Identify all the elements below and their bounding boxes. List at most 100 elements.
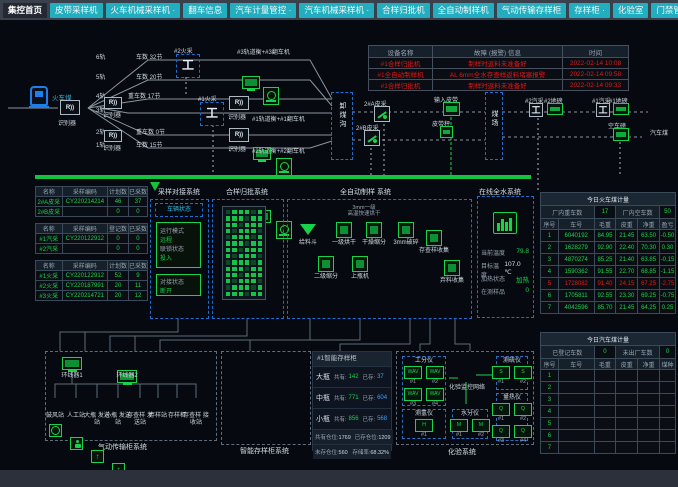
led-cell	[258, 235, 262, 239]
led-cell	[245, 260, 249, 264]
led-cell	[245, 210, 249, 214]
rfid-reader-label: 识别器	[103, 143, 121, 152]
belt-scale-icon[interactable]	[440, 126, 453, 138]
monitor-icon[interactable]	[242, 76, 260, 89]
rfid-reader-icon[interactable]: R))	[229, 96, 249, 110]
led-cell	[226, 260, 230, 264]
feeder-funnel-icon[interactable]	[300, 224, 316, 235]
weighbridge-icon[interactable]	[547, 103, 563, 115]
footer-label: 共有仓位:	[315, 435, 339, 441]
led-cell	[232, 235, 236, 239]
led-cell	[251, 260, 255, 264]
led-cell	[251, 254, 255, 258]
belt-sampler-icon[interactable]	[364, 130, 380, 146]
moisture-oven-icon[interactable]	[493, 212, 517, 234]
led-cell	[226, 285, 230, 289]
oven-bar	[505, 222, 508, 231]
prep-machine-icon[interactable]	[352, 256, 368, 272]
led-cell	[226, 216, 230, 220]
lab-instrument[interactable]: S#1	[492, 366, 510, 386]
sampler-tower-icon[interactable]: 工	[200, 102, 224, 126]
footer-label: 未存仓位:	[315, 450, 339, 456]
prep-unit-label: 干燥缩分	[356, 240, 392, 247]
instrument-tag: #1	[492, 416, 510, 423]
sampling-table-grid: 名称采样编码计划数已采数#1火采CY220122912529#2火采CY2201…	[35, 260, 148, 301]
prep-machine-icon[interactable]	[366, 222, 382, 238]
station-fan-icon[interactable]	[49, 424, 62, 437]
truck-sampler-icon[interactable]: 工	[529, 103, 543, 117]
lab-instrument[interactable]: M#1	[450, 419, 468, 439]
lab-instrument[interactable]: Q#4	[514, 425, 532, 445]
lab-instrument[interactable]: Q#2	[514, 403, 532, 423]
table-row: 4159036291.5522.7068.85-1.15	[541, 266, 676, 278]
prep-machine-icon[interactable]	[426, 230, 442, 246]
oven-bar	[509, 218, 512, 231]
lab-instrument[interactable]: WAV#2	[426, 366, 444, 386]
lab-group-name: 水分仪	[453, 410, 487, 419]
lab-instrument[interactable]: WAV#3	[404, 388, 422, 408]
led-cell	[251, 223, 255, 227]
loop-controller-label: 环线器1	[58, 373, 86, 380]
lab-group-name: 量热仪	[497, 394, 527, 403]
led-cell	[232, 267, 236, 271]
section-title-batch: 合样归批系统	[226, 187, 268, 197]
table-row: 序号车号毛重皮重净重盈亏	[541, 219, 676, 230]
led-cell	[226, 273, 230, 277]
led-cell	[226, 223, 230, 227]
led-cell	[258, 229, 262, 233]
rfid-reader-icon[interactable]: R))	[229, 128, 249, 142]
lab-instrument[interactable]: Q#1	[492, 403, 510, 423]
led-cell	[258, 210, 262, 214]
car-dumper-icon[interactable]	[263, 87, 279, 105]
weighbridge-icon[interactable]	[613, 103, 629, 115]
led-cell	[239, 292, 243, 296]
footer-value: 1209	[378, 435, 390, 441]
loop-controller-icon[interactable]	[62, 357, 82, 370]
reject-bin-icon[interactable]	[444, 260, 460, 276]
station-person-icon[interactable]	[70, 437, 83, 450]
rail-diagram: 火车煤R))识别器6轨车数 32节5轨车数 20节4轨重车数 17节3轨2轨重车…	[0, 0, 678, 180]
lab-instrument[interactable]: WAV#1	[404, 366, 422, 386]
empty-weighbridge-icon[interactable]	[613, 128, 629, 141]
instrument-tag: #1	[450, 432, 468, 439]
total-value: 856	[349, 416, 359, 422]
monitor-screen	[245, 79, 257, 86]
lab-instrument[interactable]: Q#3	[492, 425, 510, 445]
led-cell	[226, 279, 230, 283]
rfid-reader-icon[interactable]: R))	[104, 130, 122, 142]
belt-sampler-icon[interactable]	[374, 106, 390, 122]
moisture-value: 79.8	[516, 248, 529, 259]
led-cell	[245, 285, 249, 289]
moisture-label: 加热状态	[481, 274, 505, 285]
stored-value: 37	[377, 374, 384, 380]
prep-annotation: 高温快速烘干	[336, 209, 392, 217]
dumper-group-label: #1轨道衡+#1翻车机	[252, 114, 305, 123]
instrument-icon: S	[492, 366, 510, 379]
prep-machine-icon[interactable]	[398, 222, 414, 238]
lab-group-5: 量热仪Q#1Q#2Q#3Q#4	[496, 393, 528, 441]
led-cell	[245, 216, 249, 220]
track-info: 车数 32节	[136, 52, 162, 61]
led-cell	[258, 279, 262, 283]
table-row: 6170581192.5523.3069.25-0.75	[541, 290, 676, 302]
dock-status-box: 运行模式远程联锁状态投入	[156, 222, 201, 268]
moisture-value: 107.0 ℃	[504, 261, 529, 272]
led-cell	[232, 241, 236, 245]
rfid-reader-icon[interactable]: R))	[104, 97, 122, 109]
rfid-reader-label: 识别器	[228, 112, 246, 121]
prep-unit-label: 弃料收集	[434, 278, 470, 285]
prep-machine-icon[interactable]	[318, 256, 334, 272]
belt-scale-icon[interactable]	[443, 102, 460, 116]
lab-instrument[interactable]: M#2	[472, 419, 490, 439]
truck-sampler-icon[interactable]: 工	[596, 103, 610, 117]
sampler-tower-icon[interactable]: 工	[176, 54, 200, 78]
led-cell	[232, 279, 236, 283]
table-row: 3487027485.2521.4063.85-0.15	[541, 254, 676, 266]
prep-machine-icon[interactable]	[336, 222, 352, 238]
lab-instrument[interactable]: H#1	[415, 419, 433, 439]
car-dumper-icon[interactable]	[276, 158, 292, 176]
scale-fill	[446, 106, 457, 112]
lab-instrument[interactable]: S#2	[514, 366, 532, 386]
led-cell	[232, 285, 236, 289]
prep-unit-label: 二级缩分	[308, 274, 344, 281]
